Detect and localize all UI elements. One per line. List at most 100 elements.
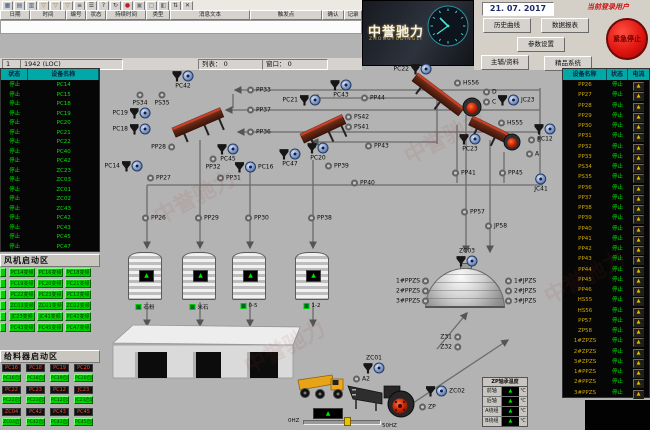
alarm-bell-icon: ▲ <box>633 379 644 388</box>
left-row-ZC23[interactable]: 停止ZC23 <box>1 167 99 176</box>
fan-button-PC45变频[interactable]: PC45变频 <box>37 323 63 332</box>
logo-panel: 中誉驰力 ZHONGYUDINGLI <box>362 0 474 66</box>
fan-button-PC21变频[interactable]: PC21变频 <box>65 279 91 288</box>
fan-button-PC16变频[interactable]: PC16变频 <box>37 268 63 277</box>
alarm-col-1: 时间 <box>30 10 66 20</box>
nav-button-1[interactable]: 数据报表 <box>541 18 589 33</box>
frequency-slider-track[interactable] <box>303 420 381 425</box>
left-row-PC45[interactable]: 停止PC45 <box>1 233 99 242</box>
alarm-bell-icon: ▲ <box>633 123 644 132</box>
silo-米石[interactable]: ▲ <box>182 252 216 300</box>
left-row-PC20[interactable]: 停止PC20 <box>1 119 99 128</box>
device-status: 停止 <box>607 389 628 400</box>
alarm-table-body[interactable] <box>0 20 362 34</box>
fan-button-PC20变频[interactable]: PC20变频 <box>37 279 63 288</box>
fan-button-ZC03变频[interactable]: ZC03变频 <box>9 301 35 310</box>
left-row-PC42[interactable]: 停止PC42 <box>1 157 99 166</box>
alarm-bell-icon: ▲ <box>633 297 644 306</box>
feeder-start-PC19[interactable]: PC19启动 <box>50 374 69 382</box>
feeder-start-PC16[interactable]: PC16启动 <box>2 374 21 382</box>
left-row-PC43[interactable]: 停止PC43 <box>1 224 99 233</box>
silo-0-5[interactable]: ▲ <box>232 252 266 300</box>
alarm-col-5: 类型 <box>146 10 170 20</box>
fan-button-PC23变频[interactable]: PC23变频 <box>37 290 63 299</box>
fan-button-PC47变频[interactable]: PC47变频 <box>65 323 91 332</box>
left-row-ZC03[interactable]: 停止ZC03 <box>1 176 99 185</box>
feeder-start-PC20[interactable]: PC20启动 <box>74 374 93 382</box>
feeder-start-JC23[interactable]: JC23启动 <box>74 396 93 404</box>
silo-石粉[interactable]: ▲ <box>128 252 162 300</box>
alarm-bell-icon: ▲ <box>633 328 644 337</box>
alarm-bell-icon: ▲ <box>633 277 644 286</box>
frequency-slider-thumb[interactable] <box>344 417 351 426</box>
fan-button-stub[interactable] <box>0 312 6 321</box>
left-row-PC40[interactable]: 停止PC40 <box>1 148 99 157</box>
left-row-ZC01[interactable]: 停止ZC01 <box>1 186 99 195</box>
fan-button-PC43变频[interactable]: PC43变频 <box>9 323 35 332</box>
left-row-PC21[interactable]: 停止PC21 <box>1 129 99 138</box>
fan-button-PC22变频[interactable]: PC22变频 <box>9 290 35 299</box>
fan-button-PC42变频[interactable]: PC42变频 <box>65 312 91 321</box>
left-row-ZC43[interactable]: 停止ZC43 <box>1 205 99 214</box>
feeder-start-ZC04[interactable]: ZC04启动 <box>2 418 21 426</box>
nav-button-0[interactable]: 历史曲线 <box>483 18 531 33</box>
left-row-PC42[interactable]: 停止PC42 <box>1 214 99 223</box>
device-name: PC42 <box>28 214 99 223</box>
silo-label: 0-5 <box>241 303 258 309</box>
device-status: 停止 <box>1 119 28 128</box>
fan-button-stub[interactable] <box>0 268 6 277</box>
feeder-name-PC19: PC19 <box>50 364 69 372</box>
fan-button-stub[interactable] <box>0 323 6 332</box>
left-row-PC47[interactable]: 停止PC47 <box>1 243 99 252</box>
device-status: 停止 <box>1 205 28 214</box>
device-status: 停止 <box>1 110 28 119</box>
feeder-start-PC22[interactable]: PC22启动 <box>2 396 21 404</box>
fan-button-PC14变频[interactable]: PC14变频 <box>9 268 35 277</box>
right-row-3#PPZS[interactable]: 3#PPZS停止▲ <box>563 389 649 400</box>
fan-button-PC18变频[interactable]: PC18变频 <box>65 268 91 277</box>
alarm-bell-icon: ▲ <box>633 390 644 399</box>
silo-level-indicator: ▲ <box>243 270 258 282</box>
device-name: PC15 <box>28 91 99 100</box>
left-row-ZC02[interactable]: 停止ZC02 <box>1 195 99 204</box>
alarm-col-9: 记录 <box>344 10 362 20</box>
fan-button-ZC02变频[interactable]: ZC02变频 <box>65 301 91 310</box>
fan-button-stub[interactable] <box>0 301 6 310</box>
temp-unit: ℃ <box>519 397 527 406</box>
temp-row-前轴: 前轴▲℃ <box>483 387 527 397</box>
fan-button-stub[interactable] <box>0 290 6 299</box>
left-row-PC19[interactable]: 停止PC19 <box>1 110 99 119</box>
feeder-start-PC45[interactable]: PC45启动 <box>74 418 93 426</box>
feeder-name-PC45: PC45 <box>74 408 93 416</box>
left-row-PC14[interactable]: 停止PC14 <box>1 81 99 90</box>
feeder-start-PC23[interactable]: PC23启动 <box>26 396 45 404</box>
feeder-start-PC42[interactable]: PC42启动 <box>26 418 45 426</box>
left-row-PC15[interactable]: 停止PC15 <box>1 91 99 100</box>
device-name: PC21 <box>28 129 99 138</box>
fan-button-JC23变频[interactable]: JC23变频 <box>9 312 35 321</box>
fan-button-PC19变频[interactable]: PC19变频 <box>9 279 35 288</box>
feeder-start-PC18[interactable]: PC18启动 <box>26 374 45 382</box>
left-row-PC18[interactable]: 停止PC18 <box>1 100 99 109</box>
device-name: PC20 <box>28 119 99 128</box>
device-name: PC18 <box>28 100 99 109</box>
temp-label: 前轴 <box>483 387 501 396</box>
device-status: 停止 <box>1 100 28 109</box>
feeder-start-PC12[interactable]: PC12启动 <box>50 396 69 404</box>
left-row-PC22[interactable]: 停止PC22 <box>1 138 99 147</box>
emergency-stop-button[interactable]: 紧急停止 <box>606 18 648 60</box>
fan-button-PC12变频[interactable]: PC12变频 <box>65 290 91 299</box>
device-status: 停止 <box>1 224 28 233</box>
fan-button-ZC01变频[interactable]: ZC01变频 <box>37 301 63 310</box>
fan-button-stub[interactable] <box>0 279 6 288</box>
silo-1-2[interactable]: ▲ <box>295 252 329 300</box>
fan-button-JC41变频[interactable]: JC41变频 <box>37 312 63 321</box>
alarm-bell-icon: ▲ <box>633 308 644 317</box>
device-name: PC22 <box>28 138 99 147</box>
fan-button-grid: PC14变频PC16变频PC18变频 PC19变频PC20变频PC21变频 PC22… <box>0 268 100 336</box>
silo-status-square <box>241 303 247 309</box>
device-name: PC47 <box>28 243 99 252</box>
dome-storage <box>425 268 505 308</box>
feeder-start-PC43[interactable]: PC43启动 <box>50 418 69 426</box>
nav-button-2[interactable]: 参数设置 <box>517 37 565 52</box>
